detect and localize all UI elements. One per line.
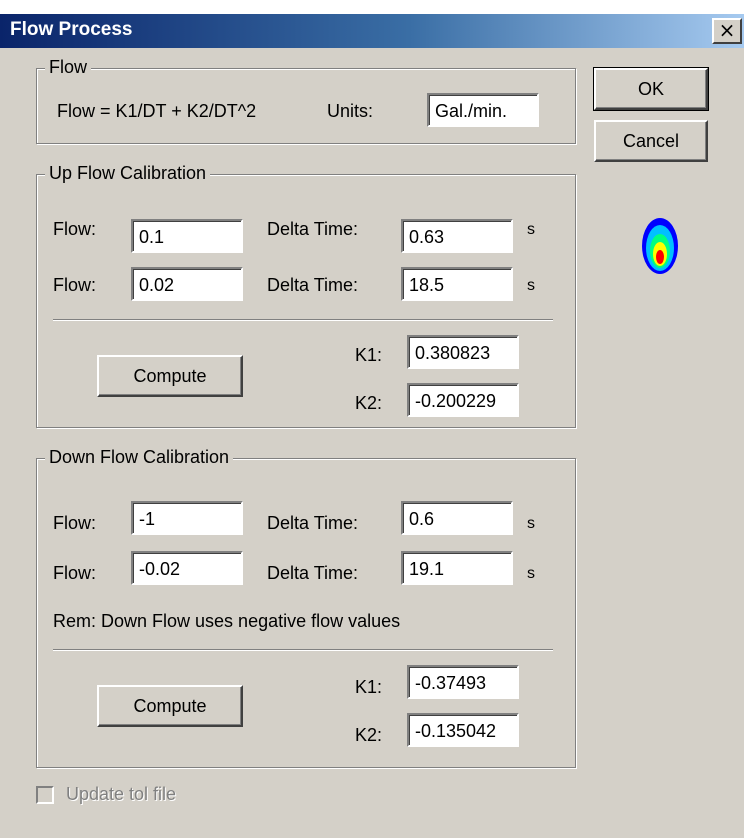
up-flow-legend: Up Flow Calibration <box>45 163 211 184</box>
flow-group: Flow Flow = K1/DT + K2/DT^2 Units: Gal./… <box>36 57 576 144</box>
up-k2-label: K2: <box>355 393 383 413</box>
flow-group-legend: Flow <box>45 57 92 78</box>
up-delta-time-2-field[interactable]: 18.5 <box>401 267 513 301</box>
down-compute-button[interactable]: Compute <box>97 685 243 727</box>
flow-drop-icon <box>642 218 678 274</box>
down-delta-time-2-field[interactable]: 19.1 <box>401 551 513 585</box>
down-flow-row-1-dt-label: Delta Time: <box>267 513 359 533</box>
down-k2-field[interactable]: -0.135042 <box>407 713 519 747</box>
up-flow-group: Up Flow Calibration Flow: 0.1 Delta Time… <box>36 163 576 428</box>
down-flow-row-2-unit: s <box>527 565 535 582</box>
down-flow-row-1-flow-label: Flow: <box>53 513 97 533</box>
down-flow-group: Down Flow Calibration Flow: -1 Delta Tim… <box>36 447 576 768</box>
down-delta-time-1-field[interactable]: 0.6 <box>401 501 513 535</box>
down-flow-row-1-unit: s <box>527 515 535 532</box>
down-flow-1-field[interactable]: -1 <box>131 501 243 535</box>
up-compute-button[interactable]: Compute <box>97 355 243 397</box>
title-bar[interactable]: Flow Process × <box>0 14 744 48</box>
up-flow-row-1-unit: s <box>527 221 535 238</box>
down-k1-label: K1: <box>355 677 383 697</box>
up-k1-field[interactable]: 0.380823 <box>407 335 519 369</box>
update-tol-file-checkbox[interactable] <box>36 786 54 804</box>
up-flow-row-2-unit: s <box>527 277 535 294</box>
up-flow-2-field[interactable]: 0.02 <box>131 267 243 301</box>
down-flow-remark: Rem: Down Flow uses negative flow values <box>53 611 401 631</box>
down-flow-row-2-flow-label: Flow: <box>53 563 97 583</box>
close-icon: × <box>718 18 736 42</box>
close-button[interactable]: × <box>712 18 742 44</box>
up-k1-label: K1: <box>355 345 383 365</box>
top-strip <box>0 0 744 14</box>
down-k1-field[interactable]: -0.37493 <box>407 665 519 699</box>
units-label: Units: <box>327 101 374 121</box>
up-flow-row-1-dt-label: Delta Time: <box>267 219 359 239</box>
units-field[interactable]: Gal./min. <box>427 93 539 127</box>
flow-process-dialog: Flow Process × Flow Flow = K1/DT + K2/DT… <box>0 0 744 838</box>
ok-button[interactable]: OK <box>593 67 709 111</box>
down-k2-label: K2: <box>355 725 383 745</box>
down-flow-row-2-dt-label: Delta Time: <box>267 563 359 583</box>
down-flow-legend: Down Flow Calibration <box>45 447 234 468</box>
up-delta-time-1-field[interactable]: 0.63 <box>401 219 513 253</box>
update-tol-file-label: Update tol file <box>66 784 177 804</box>
dialog-body: Flow Flow = K1/DT + K2/DT^2 Units: Gal./… <box>0 48 744 838</box>
up-flow-row-2-dt-label: Delta Time: <box>267 275 359 295</box>
window-title: Flow Process <box>10 19 133 40</box>
down-flow-2-field[interactable]: -0.02 <box>131 551 243 585</box>
up-flow-row-2-flow-label: Flow: <box>53 275 97 295</box>
down-flow-separator <box>53 649 553 651</box>
cancel-button[interactable]: Cancel <box>594 120 708 162</box>
flow-formula: Flow = K1/DT + K2/DT^2 <box>57 101 257 121</box>
up-flow-separator <box>53 319 553 321</box>
up-flow-1-field[interactable]: 0.1 <box>131 219 243 253</box>
up-flow-row-1-flow-label: Flow: <box>53 219 97 239</box>
up-k2-field[interactable]: -0.200229 <box>407 383 519 417</box>
